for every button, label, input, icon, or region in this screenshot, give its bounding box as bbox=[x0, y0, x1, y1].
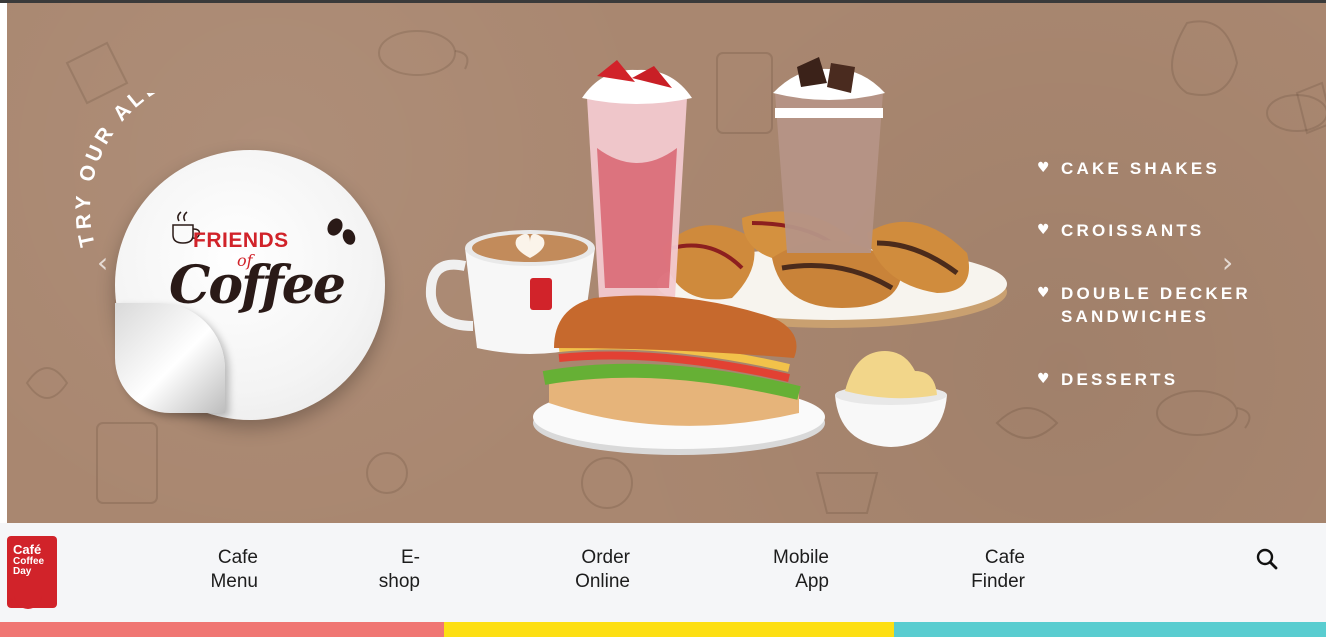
menu-item-desserts[interactable]: ♥ DESSERTS bbox=[1037, 368, 1178, 391]
menu-item-label: CROISSANTS bbox=[1061, 221, 1205, 240]
nav-mobile-app-line2: App bbox=[795, 571, 829, 592]
main-navbar: Café Coffee Day ® Cafe Menu E- shop Orde… bbox=[0, 523, 1326, 622]
badge-title: FRIENDS bbox=[193, 229, 289, 252]
heart-icon: ♥ bbox=[1037, 160, 1053, 176]
nav-cafe-menu[interactable]: Cafe Menu bbox=[200, 546, 258, 594]
menu-item-croissants[interactable]: ♥ CROISSANTS bbox=[1037, 219, 1204, 242]
badge-coffee-script: Coffee bbox=[169, 255, 346, 316]
hero-banner[interactable]: TRY OUR ALL-NEW MENU FRIENDS of Coffee ‹… bbox=[7, 3, 1326, 523]
color-stripe-coral bbox=[0, 622, 444, 637]
heart-icon: ♥ bbox=[1037, 285, 1053, 301]
heart-icon: ♥ bbox=[1037, 371, 1053, 387]
color-stripe-yellow bbox=[444, 622, 894, 637]
logo-line3: Day bbox=[13, 566, 32, 577]
cake-shake-pink-image bbox=[582, 60, 692, 298]
nav-cafe-menu-line1: Cafe bbox=[217, 547, 258, 568]
nav-order-online-line1: Order bbox=[581, 547, 630, 568]
menu-item-label-line2: SANDWICHES bbox=[1061, 307, 1210, 326]
search-icon[interactable] bbox=[1255, 547, 1279, 571]
carousel-prev-arrow[interactable]: ‹ bbox=[97, 248, 117, 278]
nav-mobile-app-line1: Mobile bbox=[773, 547, 829, 568]
heart-icon: ♥ bbox=[1037, 222, 1053, 238]
nav-cafe-menu-line2: Menu bbox=[210, 571, 258, 592]
nav-cafe-finder-line1: Cafe bbox=[984, 547, 1025, 568]
nav-e-shop-line2: shop bbox=[378, 571, 420, 592]
menu-item-cake-shakes[interactable]: ♥ CAKE SHAKES bbox=[1037, 157, 1220, 180]
menu-item-double-decker-sandwiches[interactable]: ♥ DOUBLE DECKER SANDWICHES bbox=[1037, 282, 1251, 328]
new-menu-list: ♥ CAKE SHAKES ♥ CROISSANTS ♥ DOUBLE DECK… bbox=[1037, 3, 1326, 523]
nav-cafe-finder[interactable]: Cafe Finder bbox=[960, 546, 1025, 594]
nav-order-online[interactable]: Order Online bbox=[560, 546, 630, 594]
menu-item-label: DESSERTS bbox=[1061, 370, 1179, 389]
nav-e-shop-line1: E- bbox=[401, 547, 420, 568]
nav-order-online-line2: Online bbox=[575, 571, 630, 592]
color-stripe-teal bbox=[894, 622, 1326, 637]
cake-shake-chocolate-image bbox=[773, 57, 885, 253]
nav-e-shop[interactable]: E- shop bbox=[370, 546, 420, 594]
logo-registered-mark: ® bbox=[8, 599, 14, 606]
menu-item-label: CAKE SHAKES bbox=[1061, 159, 1220, 178]
nav-cafe-finder-line2: Finder bbox=[971, 571, 1025, 592]
menu-item-label-line1: DOUBLE DECKER bbox=[1061, 284, 1251, 303]
nav-mobile-app[interactable]: Mobile App bbox=[755, 546, 829, 594]
coffee-bean-icon bbox=[327, 218, 356, 245]
logo-line1: Café bbox=[13, 542, 42, 557]
double-decker-sandwich-image bbox=[533, 295, 825, 455]
chips-bowl-image bbox=[835, 351, 947, 447]
